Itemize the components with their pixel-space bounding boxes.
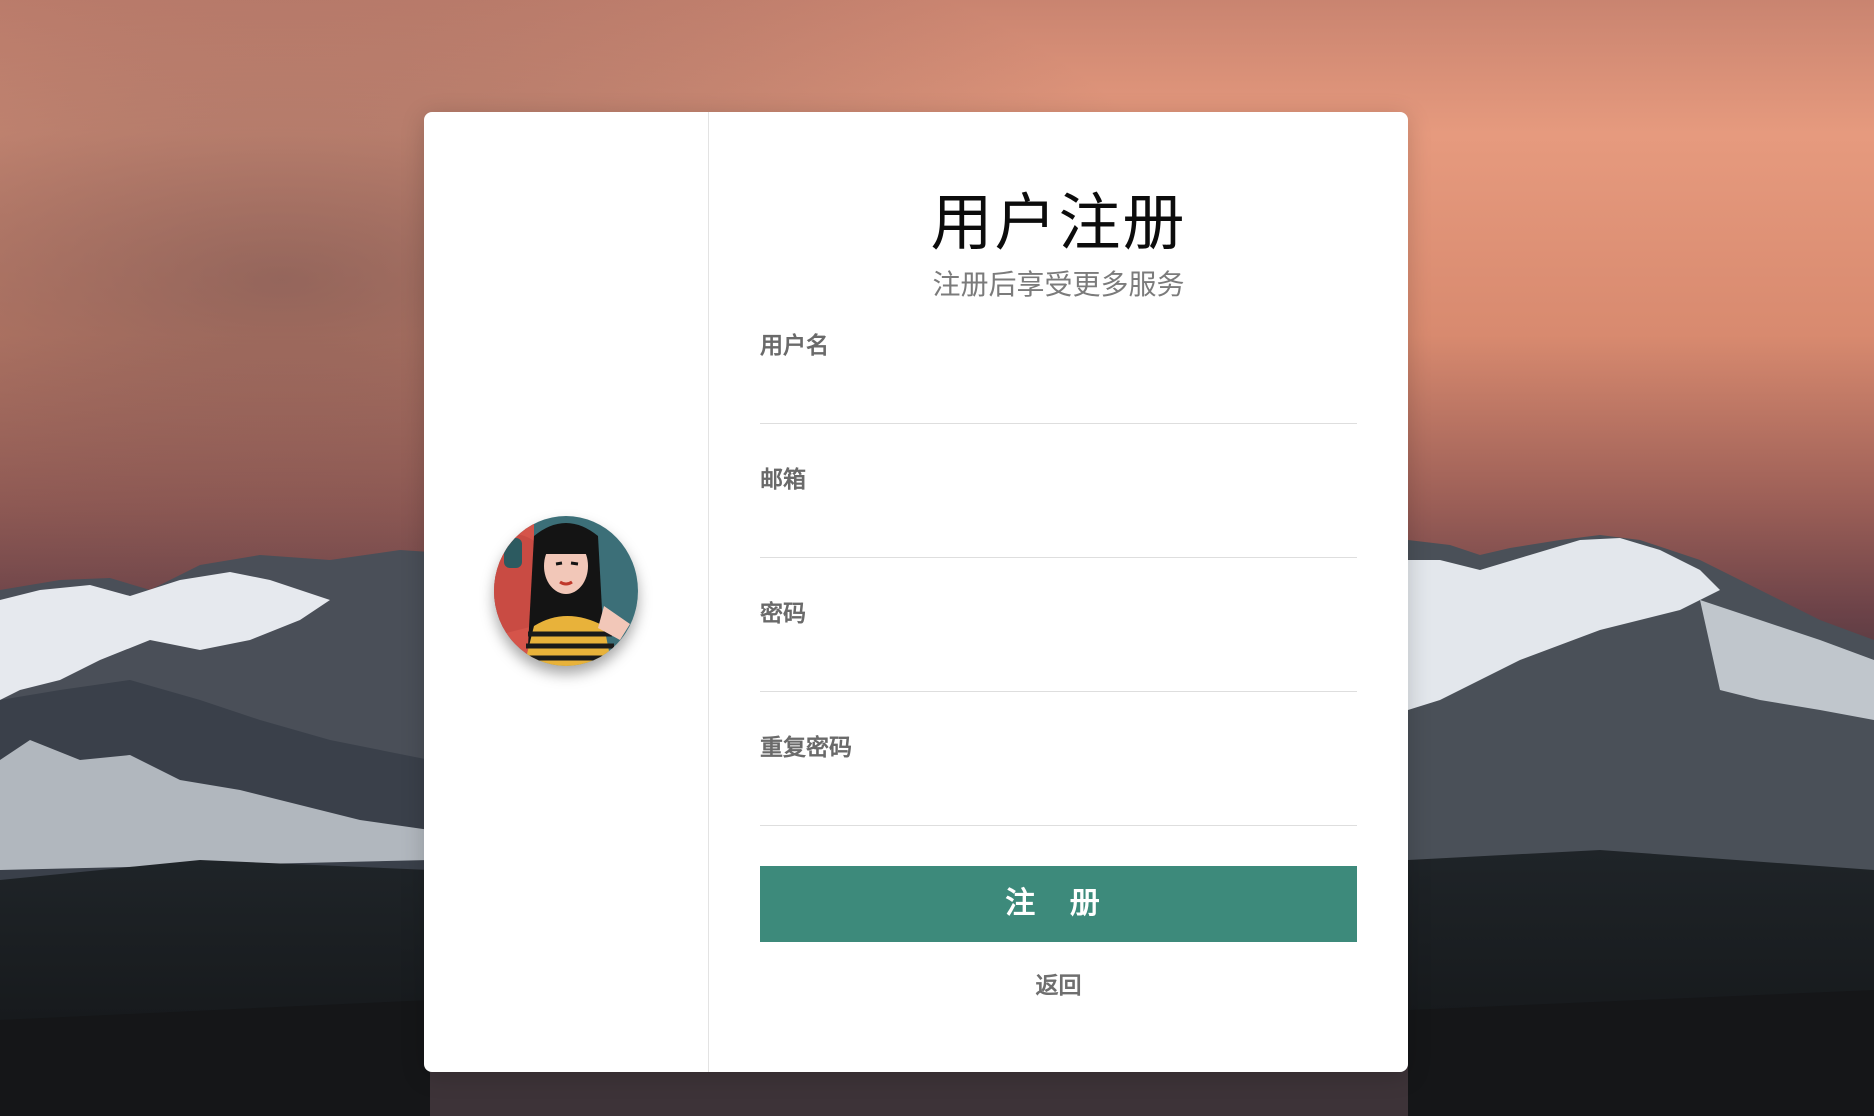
- confirm-password-input[interactable]: [760, 776, 1357, 826]
- register-button[interactable]: 注 册: [760, 866, 1357, 942]
- register-form: 用户注册 注册后享受更多服务 用户名 邮箱 密码 重复密码 注 册 返回: [709, 112, 1408, 1072]
- email-label: 邮箱: [760, 467, 806, 493]
- email-input[interactable]: [760, 508, 1357, 558]
- back-link[interactable]: 返回: [709, 970, 1408, 1002]
- username-input[interactable]: [760, 374, 1357, 424]
- page-title: 用户注册: [930, 186, 1187, 259]
- avatar-portrait-image: [494, 516, 638, 666]
- password-input[interactable]: [760, 642, 1357, 692]
- background-scene: 用户注册 注册后享受更多服务 用户名 邮箱 密码 重复密码 注 册 返回: [0, 0, 1874, 1116]
- username-label: 用户名: [760, 333, 829, 359]
- page-subtitle: 注册后享受更多服务: [932, 268, 1185, 301]
- register-card: 用户注册 注册后享受更多服务 用户名 邮箱 密码 重复密码 注 册 返回: [424, 112, 1408, 1072]
- confirm-password-field: 重复密码: [760, 732, 1357, 842]
- password-field: 密码: [760, 598, 1357, 708]
- card-side-panel: [424, 112, 709, 1072]
- username-field: 用户名: [760, 330, 1357, 440]
- email-field: 邮箱: [760, 464, 1357, 574]
- confirm-password-label: 重复密码: [760, 735, 852, 761]
- avatar: [494, 516, 638, 666]
- password-label: 密码: [760, 601, 806, 627]
